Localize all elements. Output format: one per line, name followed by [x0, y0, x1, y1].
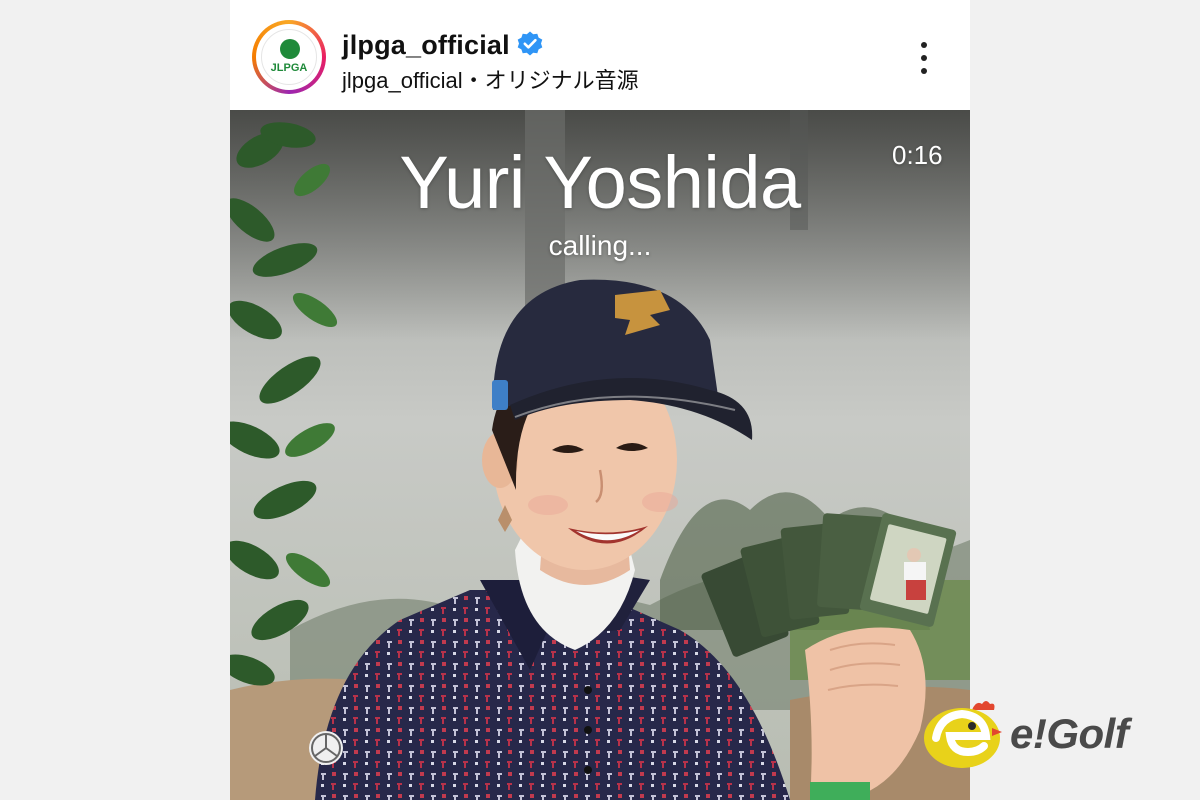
more-options-icon: [921, 42, 927, 48]
avatar-frame: JLPGA: [256, 24, 322, 90]
egolf-watermark: e!Golf: [916, 696, 1176, 776]
caller-name: Yuri Yoshida: [399, 141, 801, 224]
jlpga-logo: JLPGA: [261, 29, 317, 85]
post-image[interactable]: Yuri Yoshida 0:16 calling...: [230, 110, 970, 800]
call-timer: 0:16: [892, 140, 943, 170]
golfer-silhouette-icon: [280, 39, 300, 59]
call-status: calling...: [548, 230, 652, 261]
audio-source-link[interactable]: jlpga_official・オリジナル音源: [342, 63, 639, 95]
instagram-post: JLPGA jlpga_official jlpga_official・オリジナ…: [230, 0, 970, 800]
post-header: JLPGA jlpga_official jlpga_official・オリジナ…: [230, 0, 970, 110]
more-options-icon-dot: [921, 68, 927, 74]
more-options-button[interactable]: [912, 38, 936, 78]
more-options-icon-dot: [921, 55, 927, 61]
egolf-mascot-icon: [924, 701, 1002, 768]
verified-badge-icon: [517, 31, 543, 56]
egolf-logo-text: e!Golf: [1010, 710, 1129, 757]
username-link[interactable]: jlpga_official: [342, 30, 510, 61]
avatar[interactable]: JLPGA: [252, 20, 326, 94]
avatar-logo-text: JLPGA: [270, 62, 308, 74]
